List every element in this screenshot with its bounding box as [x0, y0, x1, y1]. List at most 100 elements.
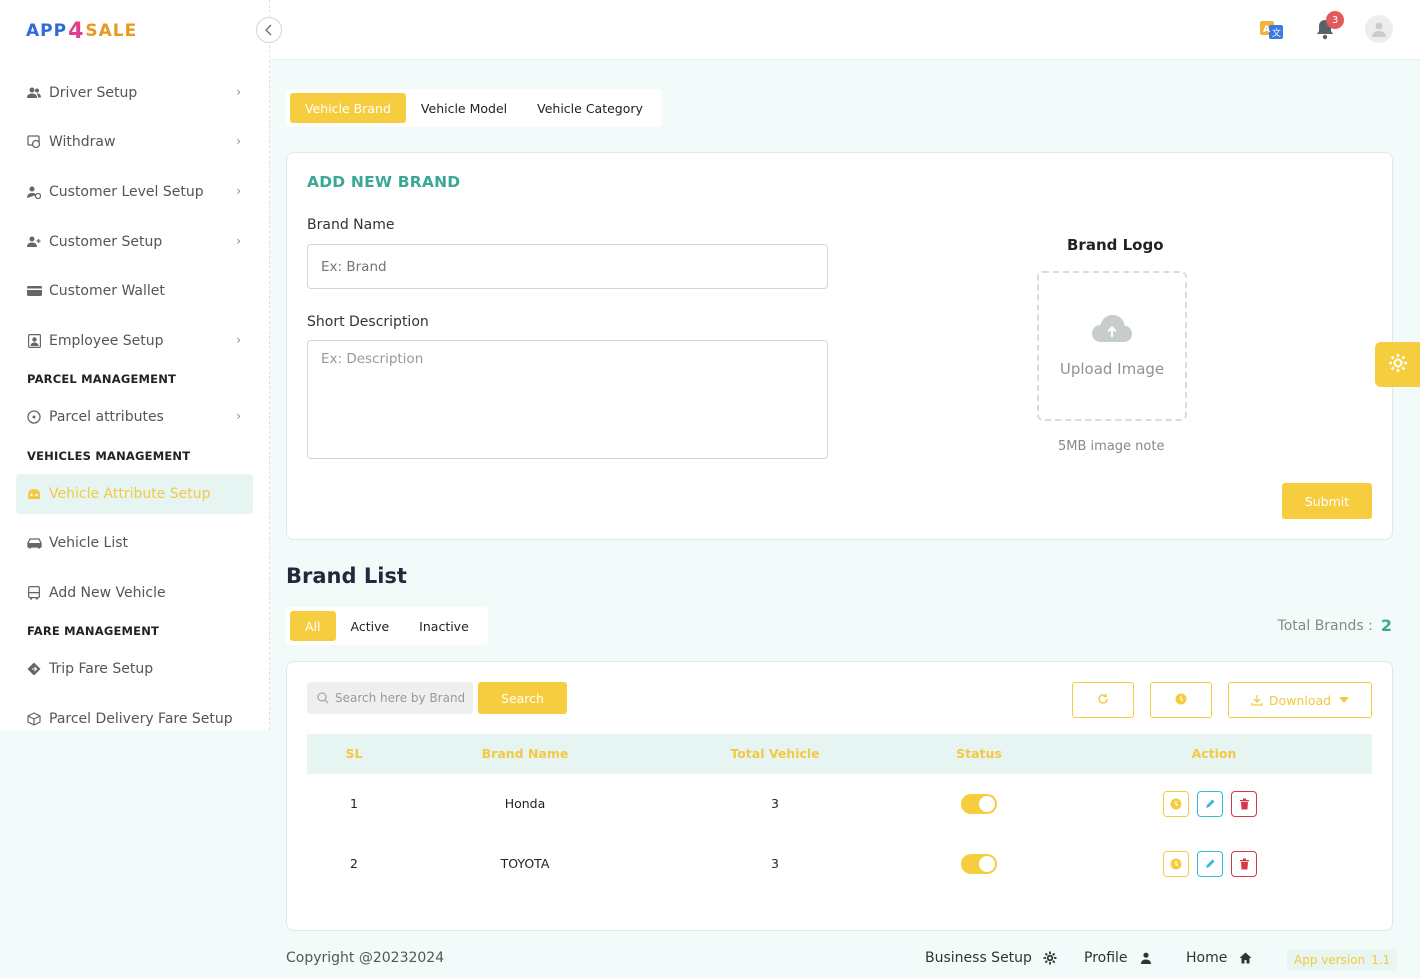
- add-brand-card: ADD NEW BRAND Brand Name Short Descripti…: [286, 152, 1393, 540]
- search-placeholder: Search here by Brand: [335, 691, 466, 705]
- settings-panel-button[interactable]: [1375, 342, 1420, 387]
- short-description-label: Short Description: [307, 314, 429, 330]
- sidebar-item-vehicle-list[interactable]: Vehicle List: [16, 523, 253, 563]
- id-card-icon: [26, 333, 42, 349]
- logo-part-2: 4: [68, 18, 85, 44]
- sidebar-item-label: Customer Level Setup: [49, 184, 204, 200]
- sidebar-item-label: Driver Setup: [49, 85, 138, 101]
- history-button[interactable]: [1150, 682, 1212, 718]
- sidebar-item-label: Vehicle List: [49, 535, 128, 551]
- footer-business-setup-link[interactable]: Business Setup: [925, 950, 1058, 966]
- total-brands: Total Brands : 2: [1278, 616, 1392, 635]
- sidebar-item-label: Customer Setup: [49, 234, 163, 250]
- search-input[interactable]: Search here by Brand: [307, 682, 473, 714]
- car-icon: [26, 535, 42, 551]
- app-version-value: 1.1: [1371, 953, 1391, 967]
- pencil-icon: [1204, 855, 1216, 874]
- sidebar-item-label: Add New Vehicle: [49, 585, 166, 601]
- sidebar-item-add-new-vehicle[interactable]: Add New Vehicle: [16, 573, 253, 613]
- footer-business-label: Business Setup: [925, 950, 1032, 966]
- cell-sl: 2: [350, 856, 358, 871]
- sidebar-item-customer-setup[interactable]: Customer Setup ›: [16, 222, 253, 262]
- user-plus-icon: [26, 234, 42, 250]
- sidebar-collapse-button[interactable]: [256, 17, 282, 43]
- sidebar: APP 4 SALE Driver Setup › Withdraw › Cus…: [0, 0, 270, 730]
- column-status: Status: [956, 746, 1002, 761]
- sidebar-item-label: Employee Setup: [49, 333, 164, 349]
- svg-text:文: 文: [1272, 27, 1281, 39]
- sidebar-item-trip-fare-setup[interactable]: Trip Fare Setup: [16, 649, 253, 689]
- footer-home-link[interactable]: Home: [1186, 950, 1253, 966]
- chevron-right-icon: ›: [236, 409, 241, 423]
- delete-button[interactable]: [1231, 791, 1257, 817]
- footer-profile-link[interactable]: Profile: [1084, 950, 1154, 966]
- filter-inactive[interactable]: Inactive: [404, 611, 484, 641]
- svg-text:A: A: [1263, 25, 1270, 35]
- trash-icon: [1239, 855, 1250, 874]
- sidebar-item-label: Vehicle Attribute Setup: [49, 486, 211, 502]
- bus-icon: [26, 585, 42, 601]
- edit-button[interactable]: [1197, 791, 1223, 817]
- notification-badge: 3: [1326, 11, 1344, 29]
- logo-part-3: SALE: [85, 21, 138, 41]
- sidebar-item-label: Trip Fare Setup: [49, 661, 154, 677]
- gear-icon: [1388, 353, 1408, 377]
- sidebar-item-employee-setup[interactable]: Employee Setup ›: [16, 321, 253, 361]
- app-logo[interactable]: APP 4 SALE: [26, 16, 137, 46]
- tab-vehicle-model[interactable]: Vehicle Model: [406, 93, 522, 123]
- sidebar-item-label: Customer Wallet: [49, 283, 165, 299]
- sidebar-item-customer-wallet[interactable]: Customer Wallet: [16, 271, 253, 311]
- download-icon: [1251, 694, 1263, 706]
- refresh-icon: [1097, 693, 1109, 708]
- parcel-icon: [26, 409, 42, 425]
- upload-image-dropzone[interactable]: Upload Image: [1037, 271, 1187, 421]
- filter-active[interactable]: Active: [336, 611, 405, 641]
- sidebar-item-parcel-attributes[interactable]: Parcel attributes ›: [16, 397, 253, 437]
- status-filter-tabs: All Active Inactive: [286, 607, 488, 645]
- total-brands-label: Total Brands :: [1277, 617, 1373, 634]
- column-sl: SL: [345, 746, 363, 761]
- search-icon: [317, 692, 329, 704]
- status-toggle[interactable]: [961, 854, 997, 874]
- sidebar-item-parcel-delivery-fare-setup[interactable]: Parcel Delivery Fare Setup: [16, 699, 253, 739]
- search-button[interactable]: Search: [478, 682, 567, 714]
- translate-icon[interactable]: A文: [1260, 19, 1284, 41]
- filter-all[interactable]: All: [290, 611, 336, 641]
- sidebar-item-withdraw[interactable]: Withdraw ›: [16, 122, 253, 162]
- diamond-icon: [26, 661, 42, 677]
- delete-button[interactable]: [1231, 851, 1257, 877]
- brand-list-title: Brand List: [286, 564, 407, 588]
- edit-button[interactable]: [1197, 851, 1223, 877]
- submit-button[interactable]: Submit: [1282, 483, 1372, 519]
- section-title-vehicles: VEHICLES MANAGEMENT: [27, 449, 191, 463]
- refresh-button[interactable]: [1072, 682, 1134, 718]
- users-icon: [26, 85, 42, 101]
- chevron-right-icon: ›: [236, 333, 241, 347]
- status-toggle[interactable]: [961, 794, 997, 814]
- download-label: Download: [1268, 692, 1332, 708]
- chevron-right-icon: ›: [236, 134, 241, 148]
- pencil-icon: [1204, 795, 1216, 814]
- log-button[interactable]: [1163, 851, 1189, 877]
- gear-icon: [1042, 950, 1058, 966]
- log-button[interactable]: [1163, 791, 1189, 817]
- cell-brand-name: Honda: [504, 796, 546, 811]
- footer-home-label: Home: [1186, 950, 1228, 966]
- caret-down-icon: [1339, 697, 1350, 703]
- sidebar-item-vehicle-attribute-setup[interactable]: Vehicle Attribute Setup: [16, 474, 253, 514]
- trash-icon: [1239, 795, 1250, 814]
- chevron-right-icon: ›: [236, 184, 241, 198]
- tab-vehicle-brand[interactable]: Vehicle Brand: [290, 93, 406, 123]
- download-button[interactable]: Download: [1228, 682, 1372, 718]
- short-description-textarea[interactable]: Ex: Description: [307, 340, 828, 459]
- brand-name-input[interactable]: [307, 244, 828, 289]
- avatar[interactable]: [1365, 15, 1393, 43]
- card-title: ADD NEW BRAND: [307, 173, 461, 191]
- cloud-upload-icon: [1091, 314, 1133, 348]
- withdraw-icon: [26, 134, 42, 150]
- column-brand-name: Brand Name: [481, 746, 569, 761]
- sidebar-item-driver-setup[interactable]: Driver Setup ›: [16, 73, 253, 113]
- column-action: Action: [1191, 746, 1237, 761]
- sidebar-item-customer-level-setup[interactable]: Customer Level Setup ›: [16, 172, 253, 212]
- tab-vehicle-category[interactable]: Vehicle Category: [522, 93, 658, 123]
